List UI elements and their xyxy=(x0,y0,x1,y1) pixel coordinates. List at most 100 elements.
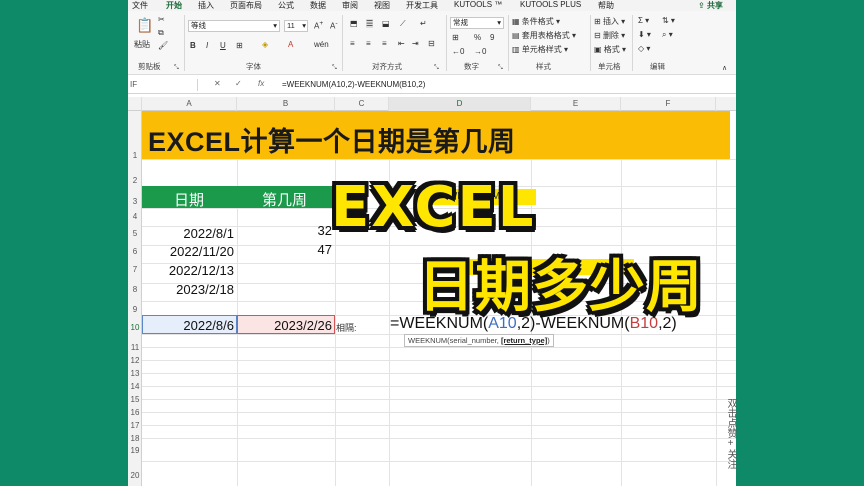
row-13-header[interactable]: 13 xyxy=(128,369,142,378)
column-f-header[interactable]: F xyxy=(621,97,716,111)
row-4-header[interactable]: 4 xyxy=(128,212,142,221)
increase-decimal-icon[interactable]: ←0 xyxy=(452,47,464,56)
column-e-header[interactable]: E xyxy=(531,97,621,111)
orientation-icon[interactable]: ⟋ xyxy=(400,19,406,29)
collapse-ribbon-icon[interactable]: ∧ xyxy=(722,64,727,72)
format-cell-button[interactable]: ▣ 格式 ▾ xyxy=(594,44,626,55)
merge-center-icon[interactable]: ⊟ xyxy=(428,39,435,48)
menu-data[interactable]: 数据 xyxy=(310,0,326,11)
align-center-icon[interactable]: ≡ xyxy=(366,39,371,48)
clipboard-launcher-icon[interactable]: ⤡ xyxy=(174,65,179,72)
row-16-header[interactable]: 16 xyxy=(128,408,142,417)
date-cell[interactable]: 2022/11/20 xyxy=(128,244,234,259)
number-format-dropdown[interactable]: 常规 ▾ xyxy=(450,17,504,29)
align-right-icon[interactable]: ≡ xyxy=(382,39,387,48)
fx-icon[interactable]: fx xyxy=(258,79,264,88)
align-left-icon[interactable]: ≡ xyxy=(350,39,355,48)
find-icon[interactable]: ⌕ ▾ xyxy=(662,30,673,40)
row-20-header[interactable]: 20 xyxy=(128,471,142,480)
cell-style-button[interactable]: ▥ 单元格样式 ▾ xyxy=(512,44,568,55)
wrap-text-icon[interactable]: ↵ xyxy=(420,19,427,28)
increase-font-icon[interactable]: A+ xyxy=(314,20,323,31)
column-a-header[interactable]: A xyxy=(142,97,237,111)
row-12-header[interactable]: 12 xyxy=(128,356,142,365)
row-17-header[interactable]: 17 xyxy=(128,421,142,430)
conditional-format-button[interactable]: ▦ 条件格式 ▾ xyxy=(512,16,560,27)
date-cell[interactable]: 2023/2/18 xyxy=(128,282,234,297)
number-launcher-icon[interactable]: ⤡ xyxy=(498,65,503,72)
row-18-header[interactable]: 18 xyxy=(128,434,142,443)
fill-icon[interactable]: ⬇ ▾ xyxy=(638,30,651,39)
phonetic-icon[interactable]: wén xyxy=(314,40,329,49)
delete-cell-button[interactable]: ⊟ 删除 ▾ xyxy=(594,30,625,41)
menu-kutools-plus[interactable]: KUTOOLS PLUS xyxy=(520,0,581,9)
column-c-header[interactable]: C xyxy=(335,97,389,111)
conditional-format-icon: ▦ xyxy=(512,17,520,26)
date-cell[interactable]: 2022/8/1 xyxy=(128,226,234,241)
font-color-icon[interactable]: A xyxy=(288,40,293,49)
comma-icon[interactable]: 9 xyxy=(490,33,494,42)
bold-button[interactable]: B xyxy=(190,41,196,50)
share-button[interactable]: ⇪ 共享 xyxy=(698,0,723,11)
gridline xyxy=(142,360,736,361)
paste-icon[interactable]: 📋 xyxy=(136,17,153,34)
align-top-icon[interactable]: ⬒ xyxy=(350,19,358,28)
row-9-header[interactable]: 9 xyxy=(128,305,142,314)
menu-view[interactable]: 视图 xyxy=(374,0,390,11)
check-icon[interactable]: ✓ xyxy=(235,79,242,88)
paste-button[interactable]: 粘贴 xyxy=(134,39,150,50)
gridline xyxy=(142,373,736,374)
row-11-header[interactable]: 11 xyxy=(128,343,142,352)
row-14-header[interactable]: 14 xyxy=(128,382,142,391)
row-19-header[interactable]: 19 xyxy=(128,446,142,455)
indent-icon[interactable]: ⇤ xyxy=(398,39,405,48)
menu-formulas[interactable]: 公式 xyxy=(278,0,294,11)
menu-home[interactable]: 开始 xyxy=(166,0,182,11)
row-15-header[interactable]: 15 xyxy=(128,395,142,404)
percent-icon[interactable]: % xyxy=(474,33,481,42)
row-3-header[interactable]: 3 xyxy=(128,197,142,206)
menu-page-layout[interactable]: 页面布局 xyxy=(230,0,262,11)
format-painter-icon[interactable]: 🖌 xyxy=(158,41,168,50)
underline-button[interactable]: U xyxy=(220,41,226,50)
copy-icon[interactable]: ⧉ xyxy=(158,28,164,38)
row-10-header[interactable]: 10 xyxy=(128,323,142,332)
column-b-header[interactable]: B xyxy=(237,97,335,111)
cut-icon[interactable]: ✂ xyxy=(158,15,165,24)
menu-help[interactable]: 帮助 xyxy=(598,0,614,11)
menu-file[interactable]: 文件 xyxy=(132,0,148,11)
clear-icon[interactable]: ◇ ▾ xyxy=(638,44,650,53)
font-name-dropdown[interactable]: 等线 ▾ xyxy=(188,20,280,32)
currency-icon[interactable]: ⊞ xyxy=(452,33,459,42)
name-box[interactable]: IF xyxy=(128,79,198,91)
decrease-decimal-icon[interactable]: →0 xyxy=(474,47,486,56)
insert-cell-button[interactable]: ⊞ 插入 ▾ xyxy=(594,16,625,27)
font-size-dropdown[interactable]: 11 ▾ xyxy=(284,20,308,32)
table-format-button[interactable]: ▤ 套用表格格式 ▾ xyxy=(512,30,576,41)
menu-insert[interactable]: 插入 xyxy=(198,0,214,11)
row-1-header[interactable]: 1 xyxy=(128,151,142,160)
formula-input[interactable]: =WEEKNUM(A10,2)-WEEKNUM(B10,2) xyxy=(282,80,425,89)
week-cell[interactable]: 32 xyxy=(268,223,332,238)
autosum-icon[interactable]: Σ ▾ xyxy=(638,16,649,25)
menu-review[interactable]: 审阅 xyxy=(342,0,358,11)
column-d-header[interactable]: D xyxy=(389,97,531,111)
font-launcher-icon[interactable]: ⤡ xyxy=(332,65,337,72)
fill-color-icon[interactable]: ◈ xyxy=(262,40,268,49)
cancel-icon[interactable]: ✕ xyxy=(214,79,221,88)
alignment-launcher-icon[interactable]: ⤡ xyxy=(434,65,439,72)
align-middle-icon[interactable]: ☰ xyxy=(366,19,374,28)
sort-filter-icon[interactable]: ⇅ ▾ xyxy=(662,16,675,25)
date-cell[interactable]: 2022/12/13 xyxy=(128,263,234,278)
decrease-font-icon[interactable]: A- xyxy=(330,20,338,31)
row-2-header[interactable]: 2 xyxy=(128,176,142,185)
menu-developer[interactable]: 开发工具 xyxy=(406,0,438,11)
border-icon[interactable]: ⊞ xyxy=(236,41,243,50)
italic-button[interactable]: I xyxy=(206,41,208,50)
formula-bar: IF ✕ ✓ fx =WEEKNUM(A10,2)-WEEKNUM(B10,2) xyxy=(128,76,736,94)
select-all-corner[interactable] xyxy=(128,97,142,111)
menu-kutools[interactable]: KUTOOLS ™ xyxy=(454,0,502,9)
week-cell[interactable]: 47 xyxy=(268,242,332,257)
align-bottom-icon[interactable]: ⬓ xyxy=(382,19,390,28)
merge-icon[interactable]: ⇥ xyxy=(412,39,419,48)
